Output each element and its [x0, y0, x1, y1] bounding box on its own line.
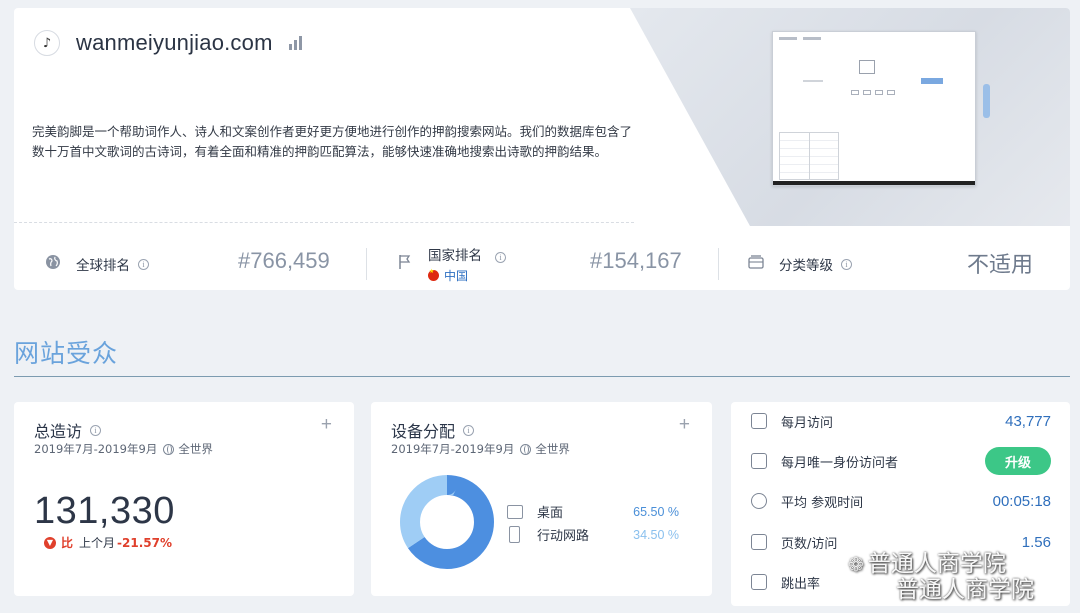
visits-change: ▼ 比 上个月 -21.57%	[44, 534, 172, 551]
site-logo-icon: ♪	[34, 30, 60, 56]
global-rank: 全球排名 i #766,459	[44, 238, 354, 290]
country-link[interactable]: 中国	[428, 267, 506, 284]
avg-duration-value: 00:05:18	[992, 492, 1051, 510]
flag-icon	[396, 254, 414, 274]
unique-visitors-row: 每月唯一身份访问者 升级	[751, 447, 1051, 475]
bounce-icon	[751, 574, 767, 590]
device-period: 2019年7月-2019年9月 全世界	[391, 442, 570, 456]
device-row-desktop: 桌面 65.50 %	[507, 502, 679, 521]
total-visits-title: 总造访 i	[34, 418, 102, 442]
total-visits-value: 131,330	[34, 490, 175, 532]
pages-icon	[751, 534, 767, 550]
country-rank: 国家排名 i 中国 #154,167	[396, 238, 706, 290]
site-screenshot-thumbnail[interactable]	[772, 31, 976, 186]
divider	[14, 222, 634, 223]
thumbnail-scroll-handle	[983, 84, 990, 118]
watermark: ❁ 普通人商学院 普通人商学院	[848, 551, 1034, 603]
category-rank: 分类等级 i 不适用	[747, 238, 1047, 290]
upgrade-button[interactable]: 升级	[985, 447, 1051, 475]
site-domain[interactable]: wanmeiyunjiao.com	[76, 30, 273, 56]
monthly-visits-value: 43,777	[1005, 412, 1051, 430]
info-icon[interactable]: i	[90, 424, 102, 436]
avg-duration-row: 平均 参观时间 00:05:18	[751, 487, 1051, 515]
add-widget-button[interactable]: +	[679, 414, 690, 436]
category-rank-label: 分类等级	[779, 258, 833, 274]
calendar-icon	[751, 413, 767, 429]
stopwatch-icon	[751, 493, 767, 509]
china-flag-icon	[428, 268, 439, 281]
divider	[366, 248, 367, 280]
wechat-icon: ❁	[848, 554, 864, 576]
info-icon[interactable]: i	[463, 424, 475, 436]
info-icon[interactable]: i	[495, 252, 507, 263]
total-visits-period: 2019年7月-2019年9月 全世界	[34, 442, 213, 456]
mobile-icon	[509, 526, 520, 543]
pages-per-visit-value: 1.56	[1021, 533, 1051, 551]
global-rank-value: #766,459	[238, 248, 330, 273]
total-visits-card: 总造访 i 2019年7月-2019年9月 全世界 + 131,330 ▼ 比 …	[14, 402, 354, 596]
mobile-share: 34.50 %	[633, 527, 679, 542]
info-icon[interactable]: i	[138, 258, 149, 270]
global-rank-label: 全球排名	[76, 258, 130, 274]
globe-icon	[163, 443, 175, 455]
site-header: ♪ wanmeiyunjiao.com	[34, 30, 302, 56]
device-title: 设备分配 i	[391, 418, 475, 442]
desktop-icon	[507, 504, 523, 519]
rank-bars-icon[interactable]	[288, 36, 302, 50]
down-arrow-icon: ▼	[44, 536, 56, 549]
country-rank-text: 国家排名 i 中国	[428, 244, 507, 284]
country-rank-label: 国家排名	[428, 248, 482, 264]
globe-icon	[520, 443, 532, 455]
category-rank-value: 不适用	[967, 252, 1034, 277]
country-name: 中国	[444, 269, 469, 283]
info-icon[interactable]: i	[841, 258, 852, 270]
divider	[718, 248, 719, 280]
desktop-share: 65.50 %	[633, 504, 679, 519]
globe-icon	[44, 254, 62, 274]
monthly-visits-row: 每月访问 43,777	[751, 407, 1051, 435]
device-donut-chart[interactable]	[399, 474, 495, 570]
id-card-icon	[751, 453, 767, 469]
device-row-mobile: 行动网路 34.50 %	[507, 525, 679, 544]
add-widget-button[interactable]: +	[321, 414, 332, 436]
category-icon	[747, 255, 765, 273]
section-divider	[14, 376, 1070, 377]
country-rank-value: #154,167	[590, 248, 682, 273]
section-title-audience: 网站受众	[14, 339, 119, 368]
site-description: 完美韵脚是一个帮助词作人、诗人和文案创作者更好更方便地进行创作的押韵搜索网站。我…	[32, 124, 633, 159]
device-distribution-card: 设备分配 i 2019年7月-2019年9月 全世界 + 桌面 65.50 % …	[371, 402, 712, 596]
